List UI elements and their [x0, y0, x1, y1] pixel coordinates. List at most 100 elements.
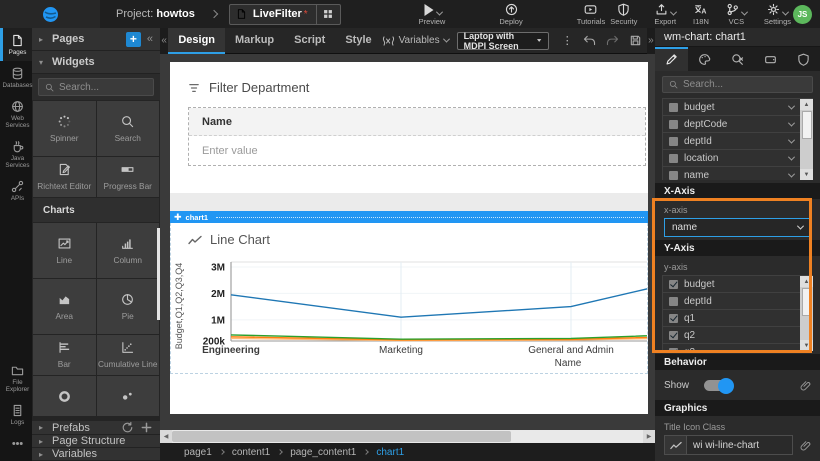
chevron-down-icon[interactable]: [788, 102, 795, 109]
title-icon-class-input[interactable]: wi wi-line-chart: [664, 435, 793, 455]
breadcrumb-item-chart1[interactable]: chart1: [376, 447, 404, 458]
breadcrumb-item-content1[interactable]: content1: [232, 447, 270, 458]
pages-section-header[interactable]: ▸ Pages + «: [32, 28, 160, 51]
settings-button[interactable]: Settings: [764, 3, 791, 26]
checkbox[interactable]: [669, 120, 678, 129]
collapse-left-icon[interactable]: «: [160, 28, 168, 54]
chevron-down-icon[interactable]: [788, 119, 795, 126]
device-select[interactable]: Laptop with MDPI Screen: [457, 32, 549, 50]
section-page-structure[interactable]: ▸ Page Structure: [32, 435, 160, 448]
user-avatar[interactable]: JS: [793, 5, 812, 24]
canvas-horizontal-scrollbar[interactable]: ◀ ▶: [160, 430, 655, 443]
i18n-button[interactable]: A I18N: [693, 3, 709, 26]
widget-tile-area[interactable]: Area: [33, 279, 96, 334]
chevron-down-icon[interactable]: [788, 136, 795, 143]
rail-item-apis[interactable]: APIs: [0, 174, 32, 207]
scroll-up-icon[interactable]: ▲: [800, 276, 813, 287]
tab-style[interactable]: Style: [335, 28, 381, 54]
tutorials-button[interactable]: Tutorials: [577, 3, 605, 26]
checkbox[interactable]: [669, 171, 678, 180]
more-options-icon[interactable]: ⋮: [562, 34, 573, 47]
scroll-up-icon[interactable]: ▲: [800, 99, 813, 110]
widget-tile-line[interactable]: Line: [33, 223, 96, 278]
widget-tile-column[interactable]: Column: [97, 223, 160, 278]
widget-tile-search[interactable]: Search: [97, 101, 160, 156]
checkbox[interactable]: [669, 154, 678, 163]
widget-search-input[interactable]: Search...: [38, 78, 154, 96]
breadcrumb-item-page_content1[interactable]: page_content1: [290, 447, 356, 458]
panel-tab-device[interactable]: [754, 47, 787, 71]
chart-widget[interactable]: ✚ chart1 Line Chart EngineeringMarketing…: [170, 211, 648, 374]
widget-tile-chart[interactable]: [33, 376, 96, 416]
section-prefabs[interactable]: ▸ Prefabs: [32, 421, 160, 435]
widgets-section-header[interactable]: ▾ Widgets: [32, 51, 160, 74]
checkbox[interactable]: [669, 314, 678, 323]
list-item-budget[interactable]: budget: [662, 99, 813, 116]
name-input[interactable]: Enter value: [189, 136, 645, 165]
page-preview[interactable]: Filter Department Name Enter value ✚ cha…: [170, 62, 648, 414]
checkbox[interactable]: [669, 348, 678, 352]
bind-property-icon[interactable]: [800, 380, 811, 391]
widget-tile-cumulative-line[interactable]: Cumulative Line: [97, 335, 160, 375]
rail-item-java-services[interactable]: Java Services: [0, 134, 32, 174]
panel-tab-palette[interactable]: [688, 47, 721, 71]
add-page-button[interactable]: +: [126, 32, 141, 47]
move-handle-icon[interactable]: ✚: [174, 212, 182, 222]
widget-tile-bar[interactable]: Bar: [33, 335, 96, 375]
widget-selection-bar[interactable]: ✚ chart1: [170, 211, 648, 223]
list-item-deptCode[interactable]: deptCode: [662, 116, 813, 133]
list-scrollbar[interactable]: ▲ ▼: [800, 276, 813, 351]
deploy-button[interactable]: Deploy: [499, 3, 522, 26]
save-button[interactable]: [629, 34, 642, 47]
page-tab-livefilter[interactable]: LiveFilter *: [229, 4, 341, 25]
widget-tile-richtext-editor[interactable]: Richtext Editor: [33, 157, 96, 197]
properties-search-input[interactable]: Search...: [662, 76, 813, 93]
rail-item-pages[interactable]: Pages: [0, 28, 32, 61]
scroll-down-icon[interactable]: ▼: [800, 340, 813, 351]
tab-design[interactable]: Design: [168, 28, 225, 54]
list-scrollbar[interactable]: ▲ ▼: [800, 99, 813, 180]
refresh-icon[interactable]: [121, 421, 134, 434]
checkbox[interactable]: [669, 103, 678, 112]
scroll-left-icon[interactable]: ◀: [160, 430, 172, 443]
list-item-name[interactable]: name: [662, 167, 813, 180]
list-item-deptId[interactable]: deptId: [662, 293, 813, 310]
x-axis-select[interactable]: name: [664, 218, 811, 237]
chevron-down-icon[interactable]: [788, 170, 795, 177]
panel-tab-search-x[interactable]: [721, 47, 754, 71]
redo-button[interactable]: [606, 35, 619, 46]
undo-button[interactable]: [583, 35, 596, 46]
collapse-right-icon[interactable]: »: [647, 28, 655, 54]
widget-tile-pie[interactable]: Pie: [97, 279, 160, 334]
form-title[interactable]: Filter Department: [188, 80, 309, 95]
tab-markup[interactable]: Markup: [225, 28, 284, 54]
rail-item-web-services[interactable]: Web Services: [0, 94, 32, 134]
list-item-location[interactable]: location: [662, 150, 813, 167]
widget-tile-chart[interactable]: [97, 376, 160, 416]
widget-tile-progress-bar[interactable]: Progress Bar: [97, 157, 160, 197]
section-variables[interactable]: ▸ Variables: [32, 448, 160, 461]
collapse-panel-icon[interactable]: «: [147, 33, 153, 45]
breadcrumb-item-page1[interactable]: page1: [184, 447, 212, 458]
list-item-q2[interactable]: q2: [662, 327, 813, 344]
panel-tab-shield-outline[interactable]: [787, 47, 820, 71]
dashboard-grid-icon[interactable]: [316, 4, 340, 25]
tab-script[interactable]: Script: [284, 28, 335, 54]
rail-item-file-explorer[interactable]: File Explorer: [0, 358, 32, 398]
scrollbar-track[interactable]: [172, 430, 643, 443]
checkbox[interactable]: [669, 280, 678, 289]
scroll-down-icon[interactable]: ▼: [800, 169, 813, 180]
rail-item-logs[interactable]: Logs: [0, 398, 32, 431]
rail-item-more[interactable]: [0, 431, 32, 457]
scrollbar-thumb[interactable]: [172, 431, 511, 442]
list-item-budget[interactable]: budget: [662, 276, 813, 293]
scroll-right-icon[interactable]: ▶: [643, 430, 655, 443]
checkbox[interactable]: [669, 331, 678, 340]
export-button[interactable]: Export: [654, 3, 676, 26]
checkbox[interactable]: [669, 137, 678, 146]
variables-button[interactable]: Variables: [382, 35, 449, 46]
widget-tile-spinner[interactable]: Spinner: [33, 101, 96, 156]
list-item-deptId[interactable]: deptId: [662, 133, 813, 150]
list-item-q1[interactable]: q1: [662, 310, 813, 327]
list-item-q3[interactable]: q3: [662, 344, 813, 351]
